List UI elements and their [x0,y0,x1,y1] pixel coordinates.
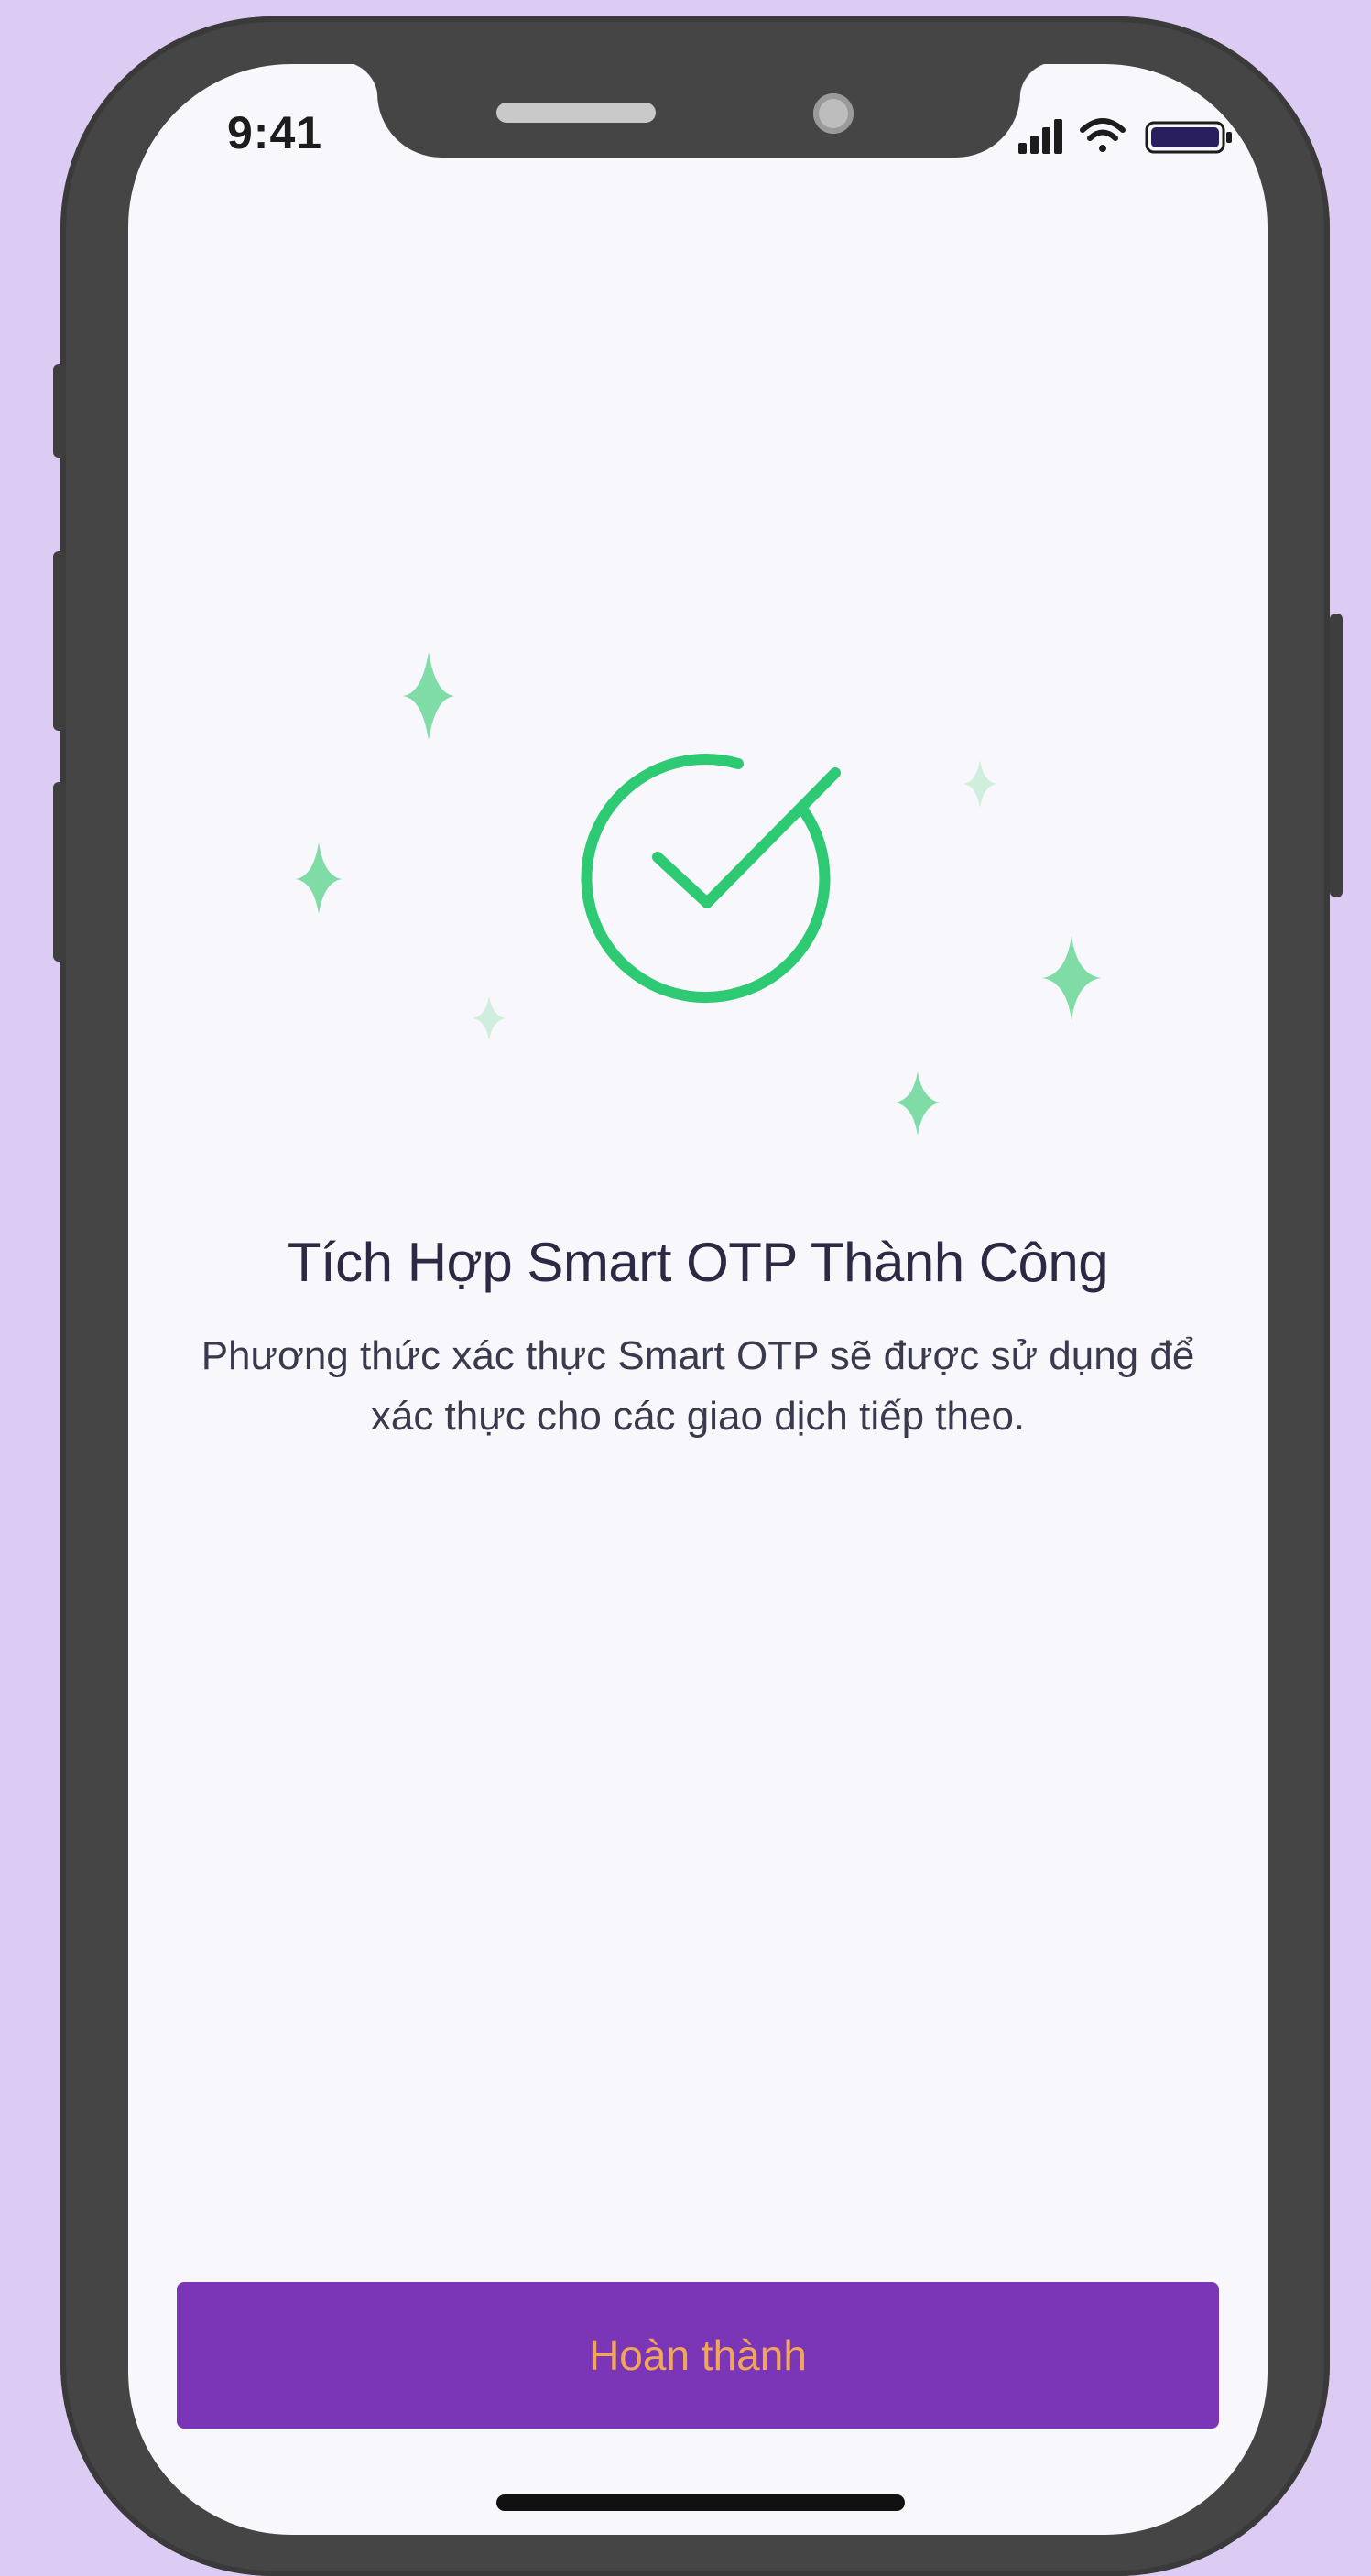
sparkle-icon [963,760,996,808]
volume-down-button [53,782,66,962]
volume-up-button [53,551,66,731]
sparkle-icon [295,842,343,914]
home-indicator[interactable] [496,2494,905,2511]
sparkle-icon [401,652,456,740]
sparkle-icon [896,1071,940,1136]
page-title: Tích Hợp Smart OTP Thành Công [287,1232,1109,1294]
success-illustration [295,652,1101,1136]
done-button[interactable]: Hoàn thành [177,2282,1219,2429]
done-button-label: Hoàn thành [589,2331,807,2379]
sparkle-icon [1042,936,1101,1020]
app-screen: 9:41 Tích Hợp Smart OTP Thành Công Phươn… [128,64,1268,2535]
page-description: Phương thức xác thực Smart OTP sẽ được s… [201,1333,1195,1439]
power-button [1330,614,1343,897]
silent-switch [53,364,66,458]
sparkle-icon [473,996,506,1040]
success-check-icon [581,754,841,1004]
